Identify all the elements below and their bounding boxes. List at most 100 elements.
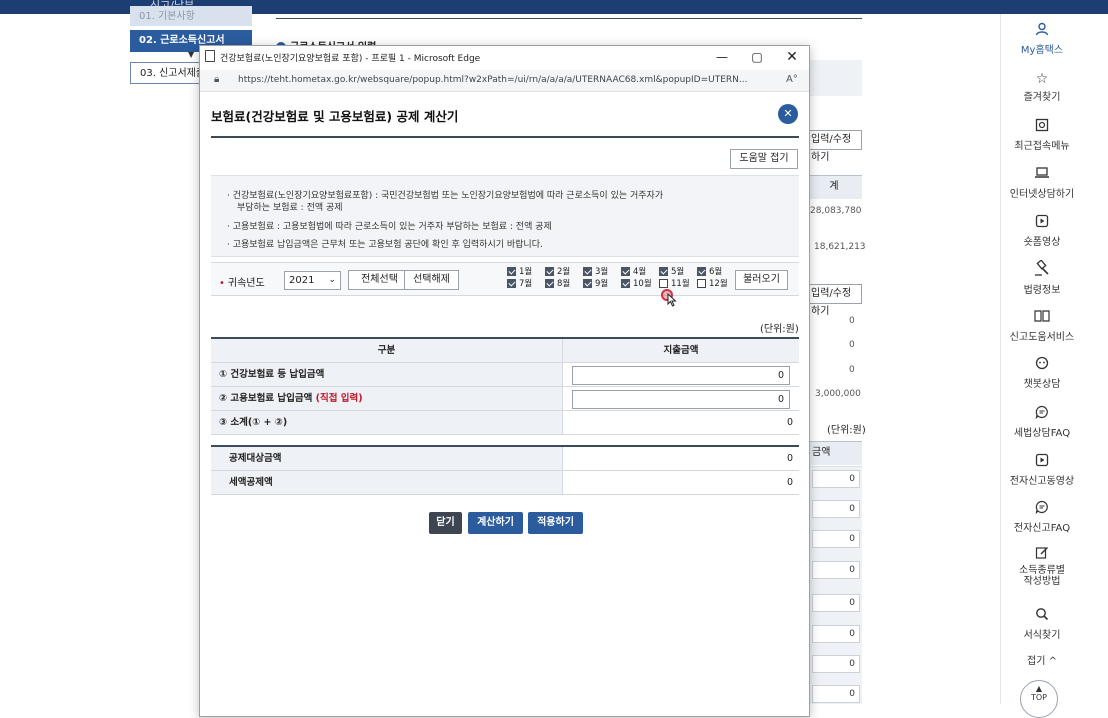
sidebar-item-my-hometax[interactable]: My홈택스 <box>1001 22 1083 56</box>
chat-icon <box>1001 405 1083 423</box>
checkbox-icon[interactable] <box>545 279 554 288</box>
checkbox-icon[interactable] <box>697 267 706 276</box>
amount-box: 0 <box>812 500 860 518</box>
unit-label: (단위:원) <box>760 324 799 335</box>
sidebar-item-law-info[interactable]: 법령정보 <box>1001 259 1083 296</box>
section-divider <box>276 18 862 19</box>
amount-box: 0 <box>812 594 860 612</box>
checkbox-icon[interactable] <box>621 279 630 288</box>
amount-box: 0 <box>812 655 860 673</box>
close-button[interactable]: 닫기 <box>429 512 462 534</box>
sidebar-item-short-video[interactable]: 숏폼영상 <box>1001 214 1083 248</box>
amount-box: 0 <box>812 625 860 643</box>
total-value: 18,621,213 <box>814 242 866 252</box>
star-icon: ☆ <box>1035 71 1049 87</box>
sidebar-item-e-report-video[interactable]: 전자신고동영상 <box>1001 453 1083 487</box>
calculate-button[interactable]: 계산하기 <box>468 512 523 534</box>
sidebar-item-favorites[interactable]: ☆ 즐겨찾기 <box>1001 71 1083 103</box>
recent-icon <box>1001 118 1083 136</box>
month-checkbox-1[interactable]: 1월 <box>507 267 532 277</box>
month-checkbox-12[interactable]: 12월 <box>697 279 728 289</box>
title-divider <box>211 136 799 138</box>
sidebar-collapse[interactable]: 접기 ^ <box>1001 652 1083 667</box>
sidebar-item-internet-consult[interactable]: 인터넷상담하기 <box>1001 166 1083 200</box>
table-row: 공제대상금액 0 <box>211 447 799 471</box>
month-checkbox-8[interactable]: 8월 <box>545 279 570 289</box>
edit-icon <box>1001 546 1083 564</box>
total-header: 계 <box>806 175 862 199</box>
lock-icon: 🔒︎ <box>214 74 220 85</box>
edit-button[interactable]: 입력/수정하기 <box>806 130 862 163</box>
deselect-button[interactable]: 선택해제 <box>404 270 459 290</box>
checkbox-icon[interactable] <box>583 267 592 276</box>
checkbox-icon[interactable] <box>545 267 554 276</box>
window-title: 건강보험료(노인장기요양보험료 포함) - 프로필 1 - Microsoft … <box>220 54 481 64</box>
address-bar[interactable]: 🔒︎ https://teht.hometax.go.kr/websquare/… <box>200 70 809 92</box>
load-button[interactable]: 불러오기 <box>735 270 788 290</box>
bg-panel <box>810 60 862 96</box>
chevron-down-icon: ⌄ <box>328 275 336 285</box>
month-checkbox-9[interactable]: 9월 <box>583 279 608 289</box>
sidebar-item-tax-faq[interactable]: 세법상담FAQ <box>1001 405 1083 439</box>
url-text: https://teht.hometax.go.kr/websquare/pop… <box>238 75 748 85</box>
table-row: ① 건강보험료 등 납입금액 0 <box>211 363 799 387</box>
scroll-top-button[interactable]: ▲ TOP <box>1020 680 1058 718</box>
month-checkbox-10[interactable]: 10월 <box>621 279 652 289</box>
maximize-button[interactable]: ▢ <box>746 48 768 66</box>
close-icon[interactable]: ✕ <box>778 104 798 124</box>
month-checkbox-2[interactable]: 2월 <box>545 267 570 277</box>
month-checkbox-3[interactable]: 3월 <box>583 267 608 277</box>
year-select[interactable]: 2021 ⌄ <box>284 271 341 290</box>
help-collapse-button[interactable]: 도움말 접기 <box>730 149 798 169</box>
employment-insurance-input[interactable]: 0 <box>572 390 790 409</box>
step-basic-info[interactable]: 01. 기본사항 <box>130 6 252 26</box>
total-value: 28,083,780 <box>810 206 862 216</box>
table-header-row: 구분 지출금액 <box>211 339 799 363</box>
sidebar-item-e-report-faq[interactable]: 전자신고FAQ <box>1001 500 1083 534</box>
header-category: 구분 <box>211 339 563 362</box>
header-amount: 지출금액 <box>563 339 799 362</box>
person-icon <box>1001 22 1083 40</box>
checkbox-icon[interactable] <box>659 267 668 276</box>
apply-button[interactable]: 적용하기 <box>528 512 583 534</box>
amount-value: 3,000,000 <box>815 389 861 399</box>
sidebar-item-report-help[interactable]: 신고도움서비스 <box>1001 309 1083 343</box>
info-box: · 건강보험료(노인장기요양보험료포함) : 국민건강보험법 또는 노인장기요양… <box>211 175 799 257</box>
info-line: 부담하는 보험료 : 전액 공제 <box>237 203 343 213</box>
read-aloud-icon[interactable]: A° <box>786 74 798 85</box>
amount-value: 0 <box>849 365 855 375</box>
sidebar-item-recent-menu[interactable]: 최근접속메뉴 <box>1001 118 1083 152</box>
amount-value: 0 <box>849 340 855 350</box>
checkbox-icon[interactable] <box>583 279 592 288</box>
subtotal-value: 0 <box>786 417 793 428</box>
chevron-down-icon: ▼ <box>188 50 195 59</box>
deduction-table: 구분 지출금액 ① 건강보험료 등 납입금액 0 ② 고용보험료 납입금액 (직… <box>211 337 799 435</box>
sidebar-item-form-search[interactable]: 서식찾기 <box>1001 607 1083 641</box>
select-all-button[interactable]: 전체선택 <box>348 270 411 290</box>
filter-bar: • 귀속년도 2021 ⌄ 전체선택 선택해제 1월 2월 3월 4월 5월 6월 … <box>211 262 799 296</box>
edit-button[interactable]: 입력/수정하기 <box>806 284 862 317</box>
checkbox-icon[interactable] <box>621 267 630 276</box>
play-icon <box>1001 214 1083 232</box>
sidebar-item-chatbot[interactable]: 챗봇상담 <box>1001 356 1083 390</box>
unit-label: (단위:원) <box>827 425 866 436</box>
month-checkbox-6[interactable]: 6월 <box>697 267 722 277</box>
month-checkbox-4[interactable]: 4월 <box>621 267 646 277</box>
row-label: 세액공제액 <box>211 471 563 494</box>
amount-box: 0 <box>812 561 860 579</box>
month-checkbox-7[interactable]: 7월 <box>507 279 532 289</box>
sidebar-item-writing-guide[interactable]: 소득종류별 작성방법 <box>1001 546 1083 587</box>
minimize-button[interactable]: — <box>711 48 733 66</box>
window-close-button[interactable]: ✕ <box>781 48 803 66</box>
health-insurance-input[interactable]: 0 <box>572 366 790 385</box>
sidebar-header <box>1000 0 1082 14</box>
checkbox-icon[interactable] <box>507 267 516 276</box>
amount-box: 0 <box>812 470 860 488</box>
checkbox-icon[interactable] <box>659 279 668 288</box>
checkbox-icon[interactable] <box>697 279 706 288</box>
month-checkbox-5[interactable]: 5월 <box>659 267 684 277</box>
row-label: ③ 소계(① + ②) <box>211 411 563 434</box>
gavel-icon <box>1001 259 1083 280</box>
checkbox-icon[interactable] <box>507 279 516 288</box>
month-checkbox-11[interactable]: 11월 <box>659 279 690 289</box>
